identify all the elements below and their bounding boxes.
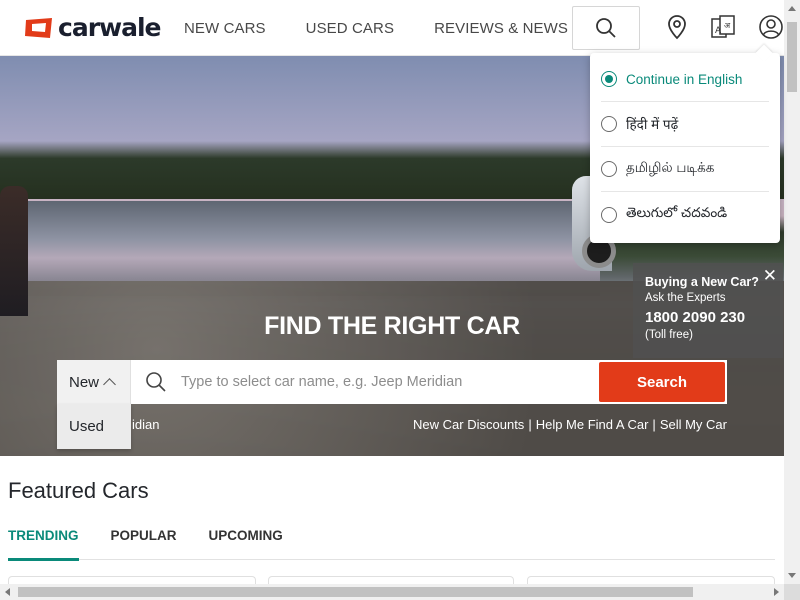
- profile-button[interactable]: [758, 14, 784, 40]
- quick-links: New Car Discounts | Help Me Find A Car |…: [413, 417, 727, 432]
- radio-icon: [601, 161, 617, 177]
- scroll-up-arrow-icon[interactable]: [788, 6, 796, 11]
- buy-card-phone[interactable]: 1800 2090 230: [645, 309, 771, 326]
- scroll-down-arrow-icon[interactable]: [788, 573, 796, 578]
- nav-used-cars[interactable]: USED CARS: [306, 20, 394, 37]
- profile-icon: [759, 15, 783, 39]
- carwale-logo[interactable]: carwale: [24, 13, 162, 42]
- hero-search-hint: idian: [132, 417, 160, 432]
- tab-trending[interactable]: TRENDING: [8, 520, 79, 561]
- vertical-scrollbar[interactable]: [784, 0, 800, 584]
- scrollbar-thumb[interactable]: [787, 22, 797, 92]
- link-new-car-discounts[interactable]: New Car Discounts: [413, 417, 524, 432]
- language-option-english[interactable]: Continue in English: [601, 57, 769, 102]
- language-option-telugu[interactable]: తెలుగులో చదవండి: [601, 192, 769, 237]
- language-option-label: हिंदी में पढ़ें: [626, 117, 679, 132]
- chevron-up-icon: [103, 378, 116, 391]
- car-type-option-used[interactable]: Used: [57, 404, 131, 449]
- featured-tabs: TRENDING POPULAR UPCOMING: [8, 520, 775, 561]
- tab-upcoming[interactable]: UPCOMING: [209, 520, 283, 560]
- car-type-select[interactable]: New: [57, 360, 131, 404]
- link-separator: |: [652, 417, 656, 432]
- ask-experts-card[interactable]: ✕ Buying a New Car? Ask the Experts 1800…: [633, 263, 783, 358]
- search-icon: [146, 372, 166, 392]
- search-icon: [596, 18, 616, 38]
- link-separator: |: [528, 417, 532, 432]
- language-option-hindi[interactable]: हिंदी में पढ़ें: [601, 102, 769, 147]
- buy-card-note: (Toll free): [645, 329, 693, 341]
- buy-card-title: Buying a New Car?: [645, 275, 759, 289]
- language-option-tamil[interactable]: தமிழில் படிக்க: [601, 147, 769, 192]
- scroll-right-arrow-icon[interactable]: [774, 588, 779, 596]
- hero-person: [0, 186, 28, 316]
- car-search-bar: New Search: [57, 360, 727, 404]
- language-option-label: తెలుగులో చదవండి: [626, 205, 728, 220]
- car-type-selected: New: [69, 373, 100, 391]
- language-option-label: தமிழில் படிக்க: [626, 160, 715, 175]
- search-button[interactable]: Search: [599, 362, 725, 402]
- radio-selected-icon: [601, 71, 617, 87]
- svg-text:अ: अ: [724, 21, 731, 30]
- featured-cars-title: Featured Cars: [8, 478, 149, 503]
- logo-text: carwale: [58, 13, 162, 42]
- location-button[interactable]: [664, 14, 690, 40]
- tab-popular[interactable]: POPULAR: [111, 520, 177, 560]
- language-menu: Continue in English हिंदी में पढ़ें தமிழ…: [590, 53, 780, 243]
- site-header: carwale NEW CARS USED CARS REVIEWS & NEW…: [0, 0, 784, 56]
- link-sell-my-car[interactable]: Sell My Car: [660, 417, 727, 432]
- radio-icon: [601, 116, 617, 132]
- nav-reviews-news[interactable]: REVIEWS & NEWS: [434, 20, 568, 37]
- logo-mark-icon: [25, 18, 52, 38]
- main-nav: NEW CARS USED CARS REVIEWS & NEWS: [184, 0, 608, 56]
- horizontal-scrollbar[interactable]: [0, 584, 800, 600]
- svg-text:A: A: [715, 26, 722, 36]
- header-search-button[interactable]: [572, 6, 640, 50]
- language-button[interactable]: A अ: [710, 14, 736, 40]
- language-option-label: Continue in English: [626, 71, 743, 87]
- scroll-left-arrow-icon[interactable]: [5, 588, 10, 596]
- radio-icon: [601, 206, 617, 223]
- close-icon[interactable]: ✕: [763, 266, 777, 286]
- nav-new-cars[interactable]: NEW CARS: [184, 20, 266, 37]
- language-icon: A अ: [711, 15, 735, 38]
- link-help-me-find-car[interactable]: Help Me Find A Car: [536, 417, 649, 432]
- scrollbar-thumb[interactable]: [18, 587, 693, 597]
- buy-card-subtitle: Ask the Experts: [645, 292, 726, 304]
- location-pin-icon: [668, 15, 686, 40]
- scrollbar-corner: [784, 584, 800, 600]
